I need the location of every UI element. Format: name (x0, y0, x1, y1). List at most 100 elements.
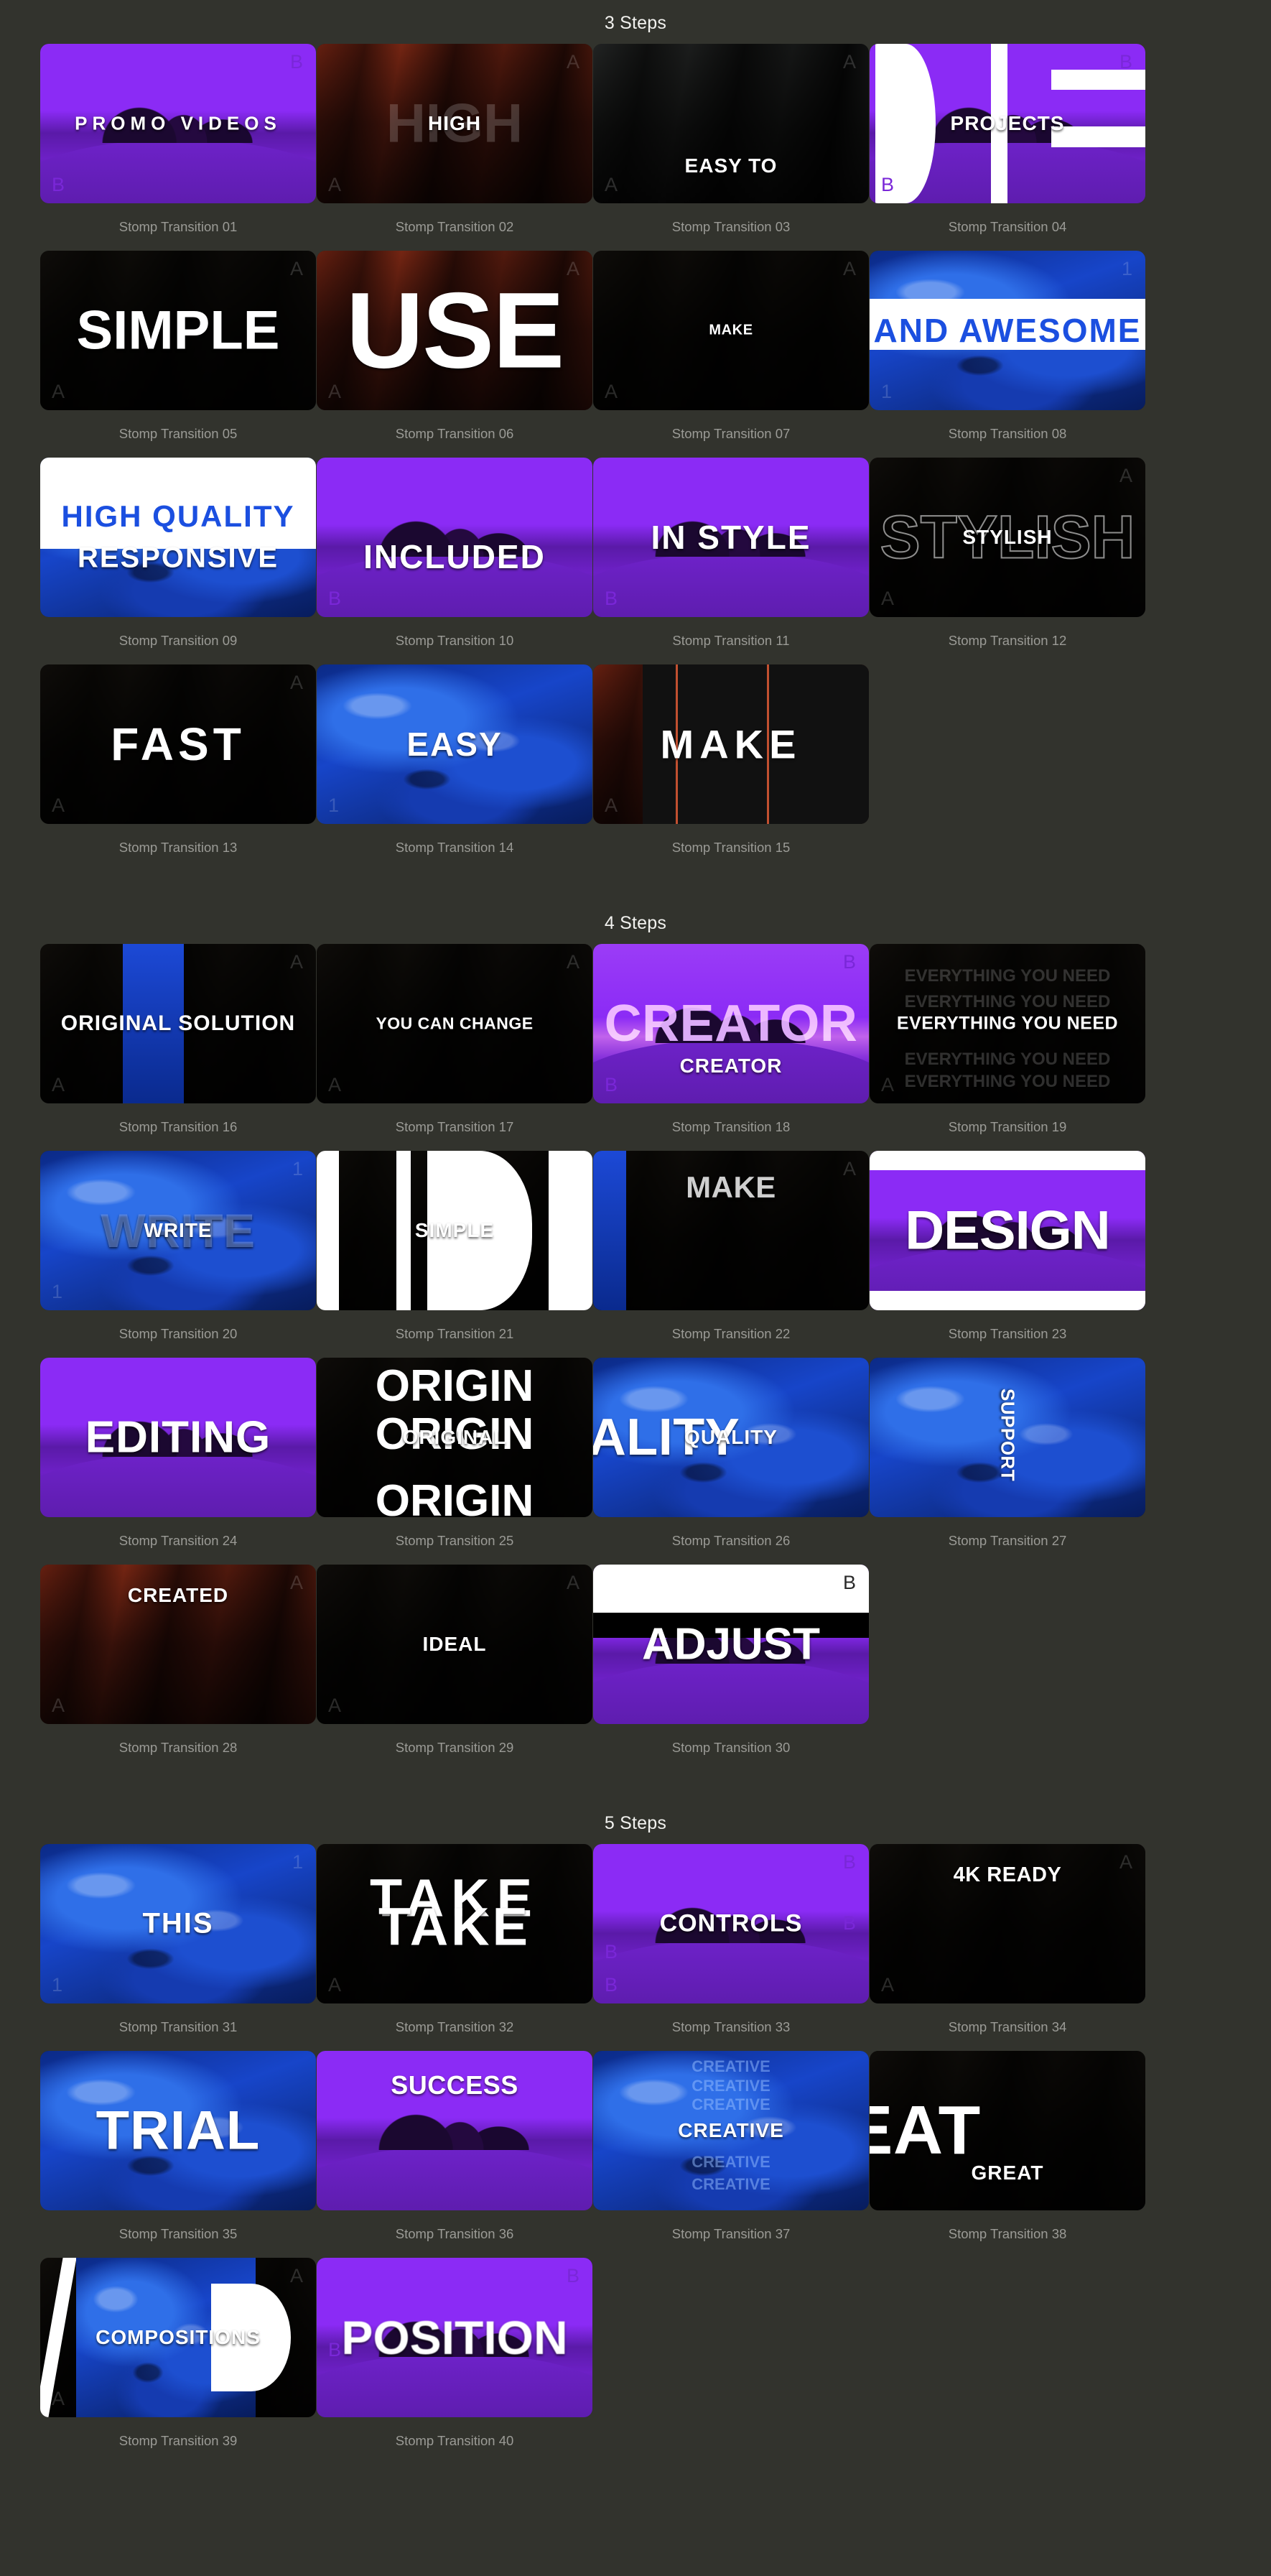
template-card[interactable]: DESIGN Stomp Transition 23 (870, 1151, 1146, 1358)
template-thumbnail[interactable]: A A 4K READY (870, 1844, 1145, 2003)
template-thumbnail[interactable]: TRIAL (40, 2051, 316, 2210)
template-thumbnail[interactable]: B INCLUDED (317, 458, 592, 617)
template-caption: Stomp Transition 12 (948, 633, 1067, 648)
template-card[interactable]: A EVERYTHING YOU NEED EVERYTHING YOU NEE… (870, 944, 1146, 1151)
template-thumbnail[interactable]: B B CREATOR CREATOR (593, 944, 869, 1103)
template-card[interactable]: 1 1 AND AWESOME Stomp Transition 08 (870, 251, 1146, 458)
template-card[interactable]: A A COMPOSITIONS Stomp Transition 39 (40, 2258, 317, 2465)
template-card[interactable]: A TAKE TAKE Stomp Transition 32 (317, 1844, 593, 2051)
template-card[interactable]: HIGH QUALITY RESPONSIVE Stomp Transition… (40, 458, 317, 664)
template-card[interactable]: B INCLUDED Stomp Transition 10 (317, 458, 593, 664)
template-thumbnail[interactable]: A A STYLISH STYLISH (870, 458, 1145, 617)
template-thumbnail[interactable]: B B PROMO VIDEOS (40, 44, 316, 203)
template-thumbnail[interactable]: A MAKE (593, 664, 869, 824)
template-thumbnail[interactable]: HIGH QUALITY RESPONSIVE (40, 458, 316, 617)
template-card[interactable]: A A STYLISH STYLISH Stomp Transition 12 (870, 458, 1146, 664)
template-card[interactable]: A A HIGH HIGH Stomp Transition 02 (317, 44, 593, 251)
template-card[interactable]: B B PROMO VIDEOS Stomp Transition 01 (40, 44, 317, 251)
template-thumbnail[interactable]: B B PROJECTS (870, 44, 1145, 203)
template-thumbnail[interactable]: A A COMPOSITIONS (40, 2258, 316, 2417)
template-caption: Stomp Transition 16 (118, 1119, 238, 1134)
template-thumbnail[interactable]: A A ORIGINAL SOLUTION (40, 944, 316, 1103)
template-thumbnail[interactable]: SUCCESS (317, 2051, 592, 2210)
thumbnail-overlay-text: YOU CAN CHANGE (376, 1014, 534, 1033)
template-thumbnail[interactable]: A A USE (317, 251, 592, 410)
template-card[interactable]: SUCCESS Stomp Transition 36 (317, 2051, 593, 2258)
thumbnail-overlay-text: EASY (406, 726, 503, 763)
template-card[interactable]: SUPPORT Stomp Transition 27 (870, 1358, 1146, 1565)
template-thumbnail[interactable]: A TAKE TAKE (317, 1844, 592, 2003)
template-card[interactable]: A MAKE Stomp Transition 15 (593, 664, 870, 871)
template-card[interactable]: B B B B CONTROLS Stomp Transition 33 (593, 1844, 870, 2051)
template-thumbnail[interactable]: 1 EASY (317, 664, 592, 824)
template-thumbnail[interactable]: QUALITY QUALITY (593, 1358, 869, 1517)
thumbnail-overlay-text: INCLUDED (363, 537, 546, 575)
template-thumbnail[interactable]: ORIGIN ORIGIN ORIGIN ORIGINAL (317, 1358, 592, 1517)
template-card[interactable]: A A MAKE Stomp Transition 07 (593, 251, 870, 458)
template-thumbnail[interactable]: A A FAST (40, 664, 316, 824)
template-card[interactable]: B B PROJECTS Stomp Transition 04 (870, 44, 1146, 251)
template-card[interactable]: A A USE Stomp Transition 06 (317, 251, 593, 458)
template-thumbnail[interactable]: GREAT GREAT (870, 2051, 1145, 2210)
template-card[interactable]: A A FAST Stomp Transition 13 (40, 664, 317, 871)
template-caption: Stomp Transition 26 (671, 1533, 791, 1548)
template-thumbnail[interactable]: A A MAKE (593, 251, 869, 410)
template-card[interactable]: SIMPLE Stomp Transition 21 (317, 1151, 593, 1358)
template-card[interactable]: ORIGIN ORIGIN ORIGIN ORIGINAL Stomp Tran… (317, 1358, 593, 1565)
template-card[interactable]: QUALITY QUALITY Stomp Transition 26 (593, 1358, 870, 1565)
marker-letter: A (328, 1974, 342, 1996)
template-card[interactable]: B IN STYLE Stomp Transition 11 (593, 458, 870, 664)
template-card[interactable]: B B POSITION Stomp Transition 40 (317, 2258, 593, 2465)
template-card[interactable]: A A EASY TO Stomp Transition 03 (593, 44, 870, 251)
thumbnail-grid: A A ORIGINAL SOLUTION Stomp Transition 1… (0, 944, 1271, 1771)
template-thumbnail[interactable]: A A CREATED (40, 1565, 316, 1724)
template-card[interactable]: B ADJUST Stomp Transition 30 (593, 1565, 870, 1771)
template-card[interactable]: A A IDEAL Stomp Transition 29 (317, 1565, 593, 1771)
template-card[interactable]: A A 4K READY Stomp Transition 34 (870, 1844, 1146, 2051)
template-thumbnail[interactable]: B B POSITION (317, 2258, 592, 2417)
template-caption: Stomp Transition 35 (118, 2226, 238, 2241)
template-caption: Stomp Transition 08 (948, 426, 1067, 441)
template-card[interactable]: A A YOU CAN CHANGE Stomp Transition 17 (317, 944, 593, 1151)
template-card[interactable]: B B CREATOR CREATOR Stomp Transition 18 (593, 944, 870, 1151)
template-card[interactable]: A A CREATED Stomp Transition 28 (40, 1565, 317, 1771)
template-thumbnail[interactable]: B ADJUST (593, 1565, 869, 1724)
template-thumbnail[interactable]: CREATIVE CREATIVE CREATIVE CREATIVE CREA… (593, 2051, 869, 2210)
thumbnail-overlay-text: EDITING (85, 1412, 271, 1463)
template-caption: Stomp Transition 21 (395, 1326, 514, 1341)
template-thumbnail[interactable]: B IN STYLE (593, 458, 869, 617)
template-card[interactable]: 1 1 THIS Stomp Transition 31 (40, 1844, 317, 2051)
decorative-shape (870, 1151, 1145, 1170)
thumbnail-overlay-text: SIMPLE (414, 1219, 495, 1241)
template-card[interactable]: CREATIVE CREATIVE CREATIVE CREATIVE CREA… (593, 2051, 870, 2258)
template-caption: Stomp Transition 29 (395, 1740, 514, 1755)
thumbnail-ghost-text: CREATIVE (692, 2095, 770, 2114)
template-thumbnail[interactable]: A A HIGH HIGH (317, 44, 592, 203)
template-thumbnail[interactable]: A A IDEAL (317, 1565, 592, 1724)
template-thumbnail[interactable]: A A SIMPLE (40, 251, 316, 410)
thumbnail-ghost-text: ORIGIN (375, 1476, 534, 1517)
template-thumbnail[interactable]: 1 1 WRITE WRITE (40, 1151, 316, 1310)
template-thumbnail[interactable]: B B B B CONTROLS (593, 1844, 869, 2003)
template-thumbnail[interactable]: A EVERYTHING YOU NEED EVERYTHING YOU NEE… (870, 944, 1145, 1103)
template-thumbnail[interactable]: A A EASY TO (593, 44, 869, 203)
template-thumbnail[interactable]: SUPPORT (870, 1358, 1145, 1517)
template-card[interactable]: 1 1 WRITE WRITE Stomp Transition 20 (40, 1151, 317, 1358)
thumbnail-overlay-text: IDEAL (422, 1633, 487, 1655)
template-thumbnail[interactable]: EDITING (40, 1358, 316, 1517)
template-card[interactable]: A A ORIGINAL SOLUTION Stomp Transition 1… (40, 944, 317, 1151)
template-card[interactable]: GREAT GREAT Stomp Transition 38 (870, 2051, 1146, 2258)
template-thumbnail[interactable]: A A YOU CAN CHANGE (317, 944, 592, 1103)
marker-letter: A (52, 1695, 65, 1716)
template-thumbnail[interactable]: DESIGN (870, 1151, 1145, 1310)
template-card[interactable]: TRIAL Stomp Transition 35 (40, 2051, 317, 2258)
template-thumbnail[interactable]: SIMPLE (317, 1151, 592, 1310)
template-thumbnail[interactable]: 1 1 THIS (40, 1844, 316, 2003)
template-card[interactable]: EDITING Stomp Transition 24 (40, 1358, 317, 1565)
template-thumbnail[interactable]: A MAKE (593, 1151, 869, 1310)
template-card[interactable]: A A SIMPLE Stomp Transition 05 (40, 251, 317, 458)
template-card[interactable]: 1 EASY Stomp Transition 14 (317, 664, 593, 871)
template-card[interactable]: A MAKE Stomp Transition 22 (593, 1151, 870, 1358)
thumbnail-overlay-text: 4K READY (953, 1863, 1062, 1886)
template-thumbnail[interactable]: 1 1 AND AWESOME (870, 251, 1145, 410)
